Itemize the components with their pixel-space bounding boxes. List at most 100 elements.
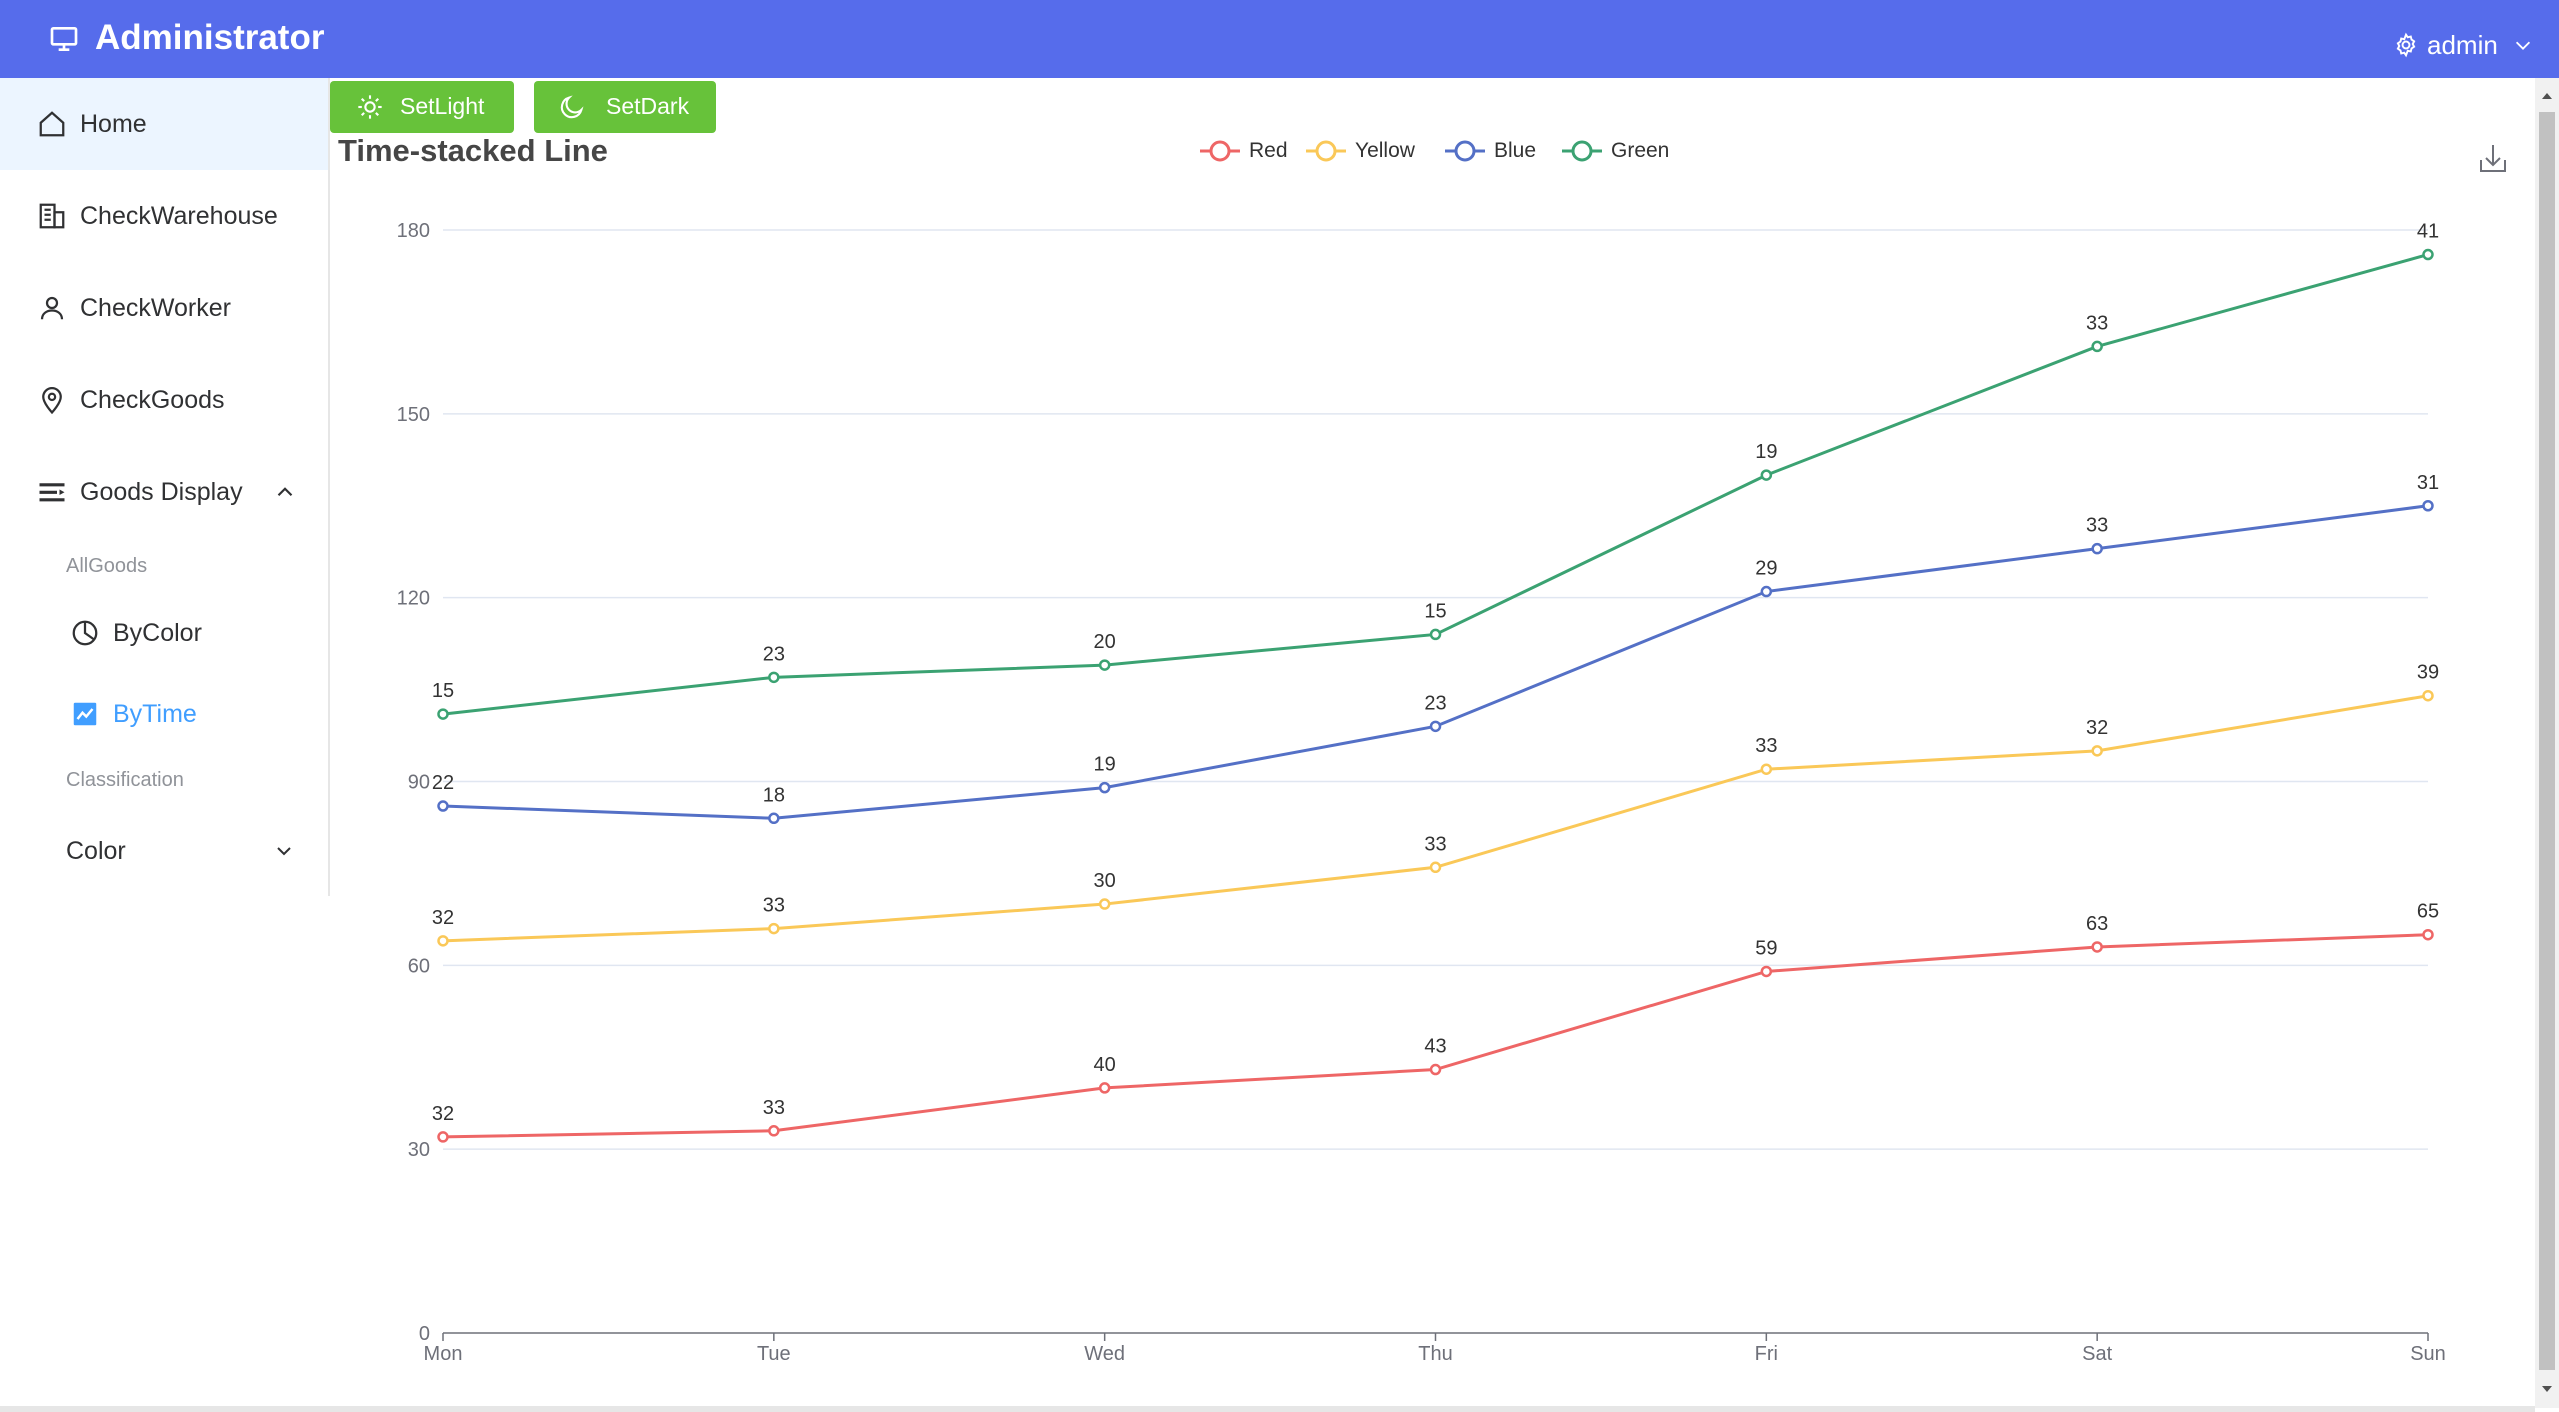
data-point-green — [2091, 340, 2103, 353]
series-line-blue — [442, 504, 2429, 820]
sidebar-item-label: Goods Display — [80, 477, 243, 506]
legend-item-red[interactable]: Red — [1200, 139, 1288, 162]
sidebar-item-label: CheckWorker — [80, 293, 231, 322]
data-label-red: 33 — [763, 1097, 785, 1119]
sun-icon — [358, 95, 382, 119]
data-point-blue — [2422, 500, 2434, 512]
data-point-red — [437, 1131, 449, 1143]
data-label-red: 32 — [432, 1103, 454, 1125]
legend-label: Green — [1611, 139, 1669, 162]
horizontal-scrollbar — [0, 1406, 2535, 1412]
data-point-green — [437, 708, 449, 720]
data-label-green: 20 — [1094, 631, 1116, 653]
data-point-red — [2422, 928, 2434, 941]
data-point-blue — [2091, 542, 2103, 555]
sidebar-item-label: CheckWarehouse — [80, 201, 278, 230]
data-label-blue: 33 — [2086, 515, 2108, 537]
chevron-down-icon — [277, 847, 291, 856]
pie-chart-icon — [72, 620, 98, 646]
legend-label: Red — [1249, 139, 1288, 162]
sidebar-item-checkworker[interactable]: CheckWorker — [0, 262, 328, 354]
vertical-scrollbar[interactable] — [2535, 78, 2559, 1408]
set-dark-button[interactable]: SetDark — [534, 81, 716, 133]
data-point-yellow — [2422, 689, 2434, 702]
sidebar-item-label: Color — [66, 836, 126, 865]
scrollbar-thumb[interactable] — [2539, 112, 2555, 1370]
data-point-green — [1760, 469, 1773, 481]
data-point-green — [1429, 628, 1442, 641]
gear-icon — [2396, 32, 2416, 58]
data-label-red: 63 — [2086, 913, 2108, 935]
series-line-green — [442, 253, 2429, 716]
y-tick-label: 90 — [408, 772, 430, 794]
user-icon — [40, 296, 64, 320]
line-chart-icon — [73, 702, 97, 726]
data-label-yellow: 30 — [1094, 870, 1116, 892]
monitor-icon — [50, 26, 78, 51]
sidebar-item-label: CheckGoods — [80, 385, 225, 414]
top-header: Administrator admin — [0, 0, 2559, 78]
data-point-yellow — [437, 935, 449, 947]
location-pin-icon — [42, 387, 62, 415]
data-point-yellow — [1760, 763, 1773, 775]
set-light-button[interactable]: SetLight — [330, 81, 514, 133]
sidebar-item-checkgoods[interactable]: CheckGoods — [0, 354, 328, 446]
x-tick-label: Sun — [2410, 1343, 2446, 1365]
username-label: admin — [2427, 29, 2498, 60]
line-chart: 0306090120150180Mon Tue Wed Thu Fri Sat Sun32 3… — [397, 139, 2506, 1365]
legend-item-blue[interactable]: Blue — [1445, 139, 1536, 162]
data-label-blue: 19 — [1094, 754, 1116, 776]
sidebar-item-color[interactable]: Color — [0, 816, 328, 886]
data-label-green: 15 — [432, 680, 454, 702]
data-point-blue — [1429, 720, 1442, 733]
sidebar-item-label: ByColor — [113, 618, 202, 647]
x-tick-label: Thu — [1418, 1343, 1452, 1365]
scroll-up-arrow-icon[interactable] — [2535, 84, 2559, 106]
data-label-yellow: 39 — [2417, 662, 2439, 684]
data-label-red: 65 — [2417, 901, 2439, 923]
legend-item-yellow[interactable]: Yellow — [1306, 139, 1416, 162]
data-point-yellow — [768, 922, 780, 935]
data-label-blue: 31 — [2417, 472, 2439, 494]
data-label-yellow: 32 — [2086, 717, 2108, 739]
sidebar-item-goods-display[interactable]: Goods Display — [0, 446, 328, 538]
sidebar-item-home[interactable]: Home — [0, 78, 328, 170]
sidebar-item-bytime[interactable]: ByTime — [0, 679, 328, 749]
data-label-red: 59 — [1755, 937, 1777, 959]
sidebar-item-label: Home — [80, 109, 147, 138]
y-tick-label: 60 — [408, 955, 430, 977]
building-icon — [39, 203, 65, 229]
data-point-red — [1098, 1082, 1111, 1094]
legend-marker — [1454, 140, 1476, 162]
legend-marker — [1209, 140, 1231, 162]
scroll-down-arrow-icon[interactable] — [2535, 1378, 2559, 1400]
legend-label: Blue — [1494, 139, 1536, 162]
data-label-blue: 29 — [1755, 558, 1777, 580]
download-icon[interactable] — [2480, 145, 2506, 172]
set-light-label: SetLight — [400, 93, 485, 119]
sidebar: Home CheckWarehouse CheckWorker CheckGoo… — [0, 78, 330, 896]
legend-item-green[interactable]: Green — [1562, 139, 1669, 162]
user-menu[interactable]: admin — [2393, 25, 2534, 65]
data-point-green — [2422, 248, 2434, 261]
x-tick-label: Sat — [2082, 1343, 2112, 1365]
data-label-red: 43 — [1424, 1036, 1446, 1058]
chart-title: Time-stacked Line — [338, 133, 608, 168]
sidebar-item-checkwarehouse[interactable]: CheckWarehouse — [0, 170, 328, 262]
data-point-green — [1098, 659, 1111, 671]
data-point-green — [768, 671, 780, 684]
y-tick-label: 30 — [408, 1139, 430, 1161]
data-label-yellow: 33 — [1755, 735, 1777, 757]
data-point-red — [2091, 941, 2103, 953]
data-label-blue: 23 — [1424, 692, 1446, 714]
x-tick-label: Wed — [1084, 1343, 1125, 1365]
data-label-green: 15 — [1424, 600, 1446, 622]
data-label-green: 23 — [763, 643, 785, 665]
x-tick-label: Mon — [424, 1343, 463, 1365]
data-label-yellow: 33 — [763, 895, 785, 917]
sidebar-item-label: ByTime — [113, 699, 197, 728]
data-point-yellow — [1098, 898, 1111, 910]
sidebar-item-bycolor[interactable]: ByColor — [0, 598, 328, 668]
series-line-red — [442, 933, 2429, 1139]
data-point-blue — [1098, 781, 1111, 794]
